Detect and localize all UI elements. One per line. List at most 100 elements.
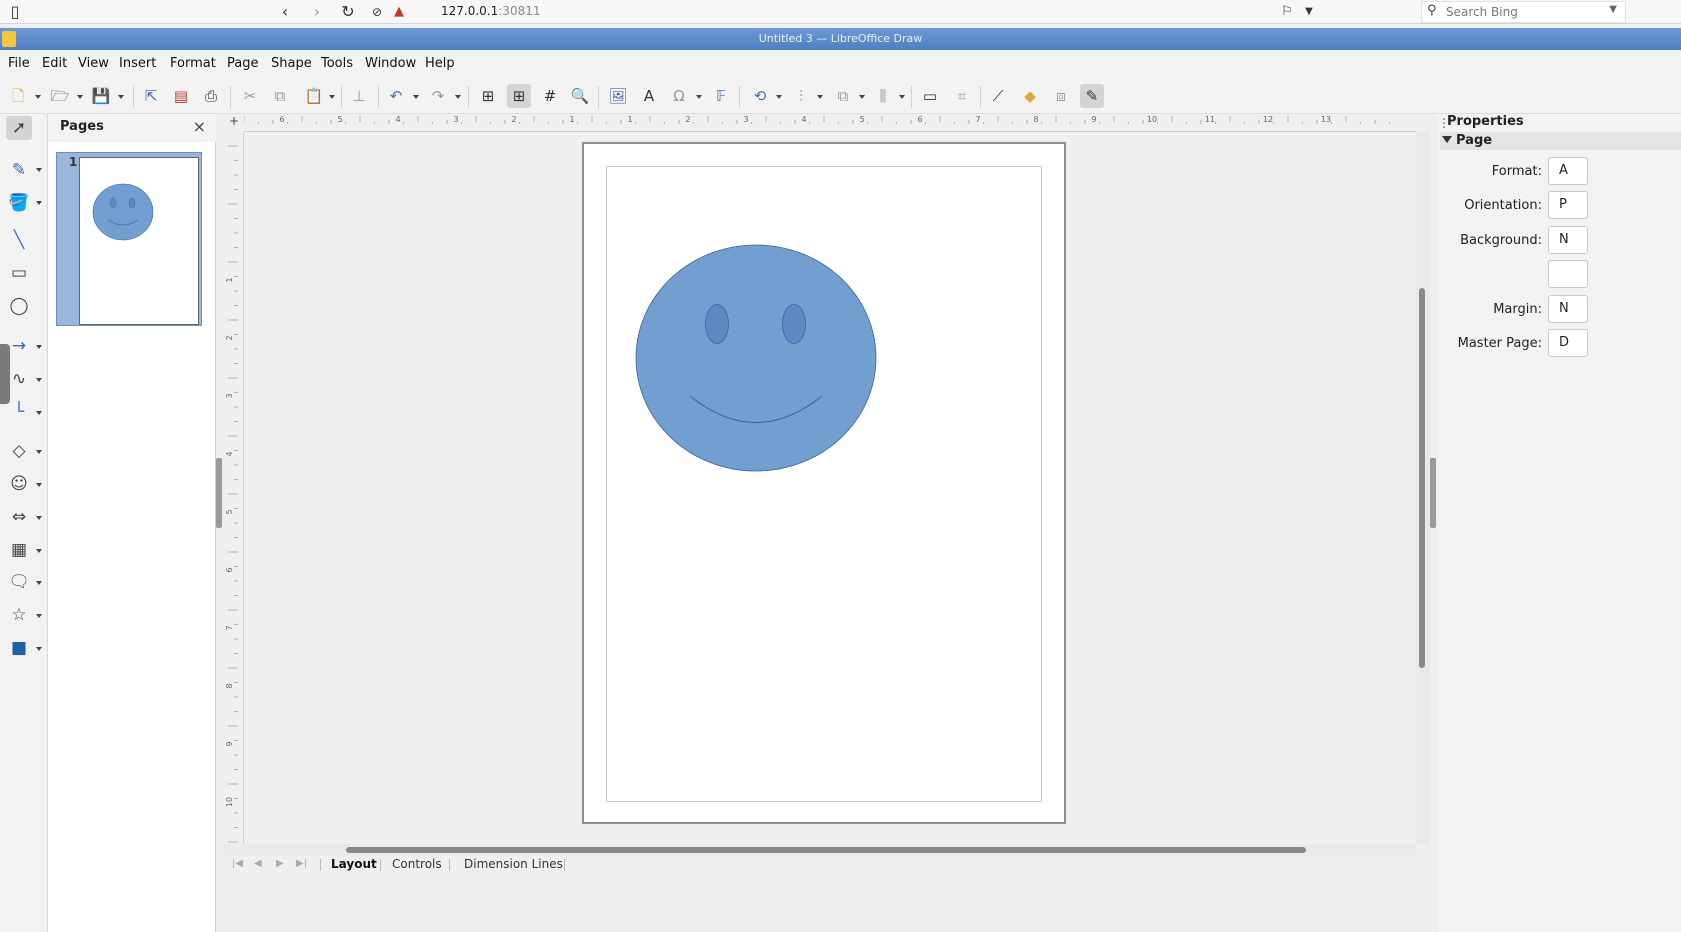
drawing-page[interactable] bbox=[582, 142, 1066, 824]
transformations-icon[interactable]: ⟲ bbox=[748, 84, 772, 108]
paste-icon[interactable]: 📋 bbox=[302, 84, 326, 108]
lines-arrows-dropdown-icon[interactable] bbox=[36, 345, 42, 349]
copy-icon[interactable]: ⧉ bbox=[268, 84, 292, 108]
tab-dimension-lines[interactable]: Dimension Lines bbox=[464, 857, 563, 871]
drawing-canvas[interactable] bbox=[244, 132, 1416, 844]
vertical-scrollbar[interactable] bbox=[1416, 132, 1430, 844]
horizontal-scrollbar[interactable] bbox=[224, 844, 1416, 856]
menu-page[interactable]: Page bbox=[227, 56, 258, 71]
open-dropdown-icon[interactable] bbox=[77, 95, 83, 99]
open-icon[interactable]: 🗁 bbox=[48, 84, 72, 108]
collapse-arrow-icon[interactable] bbox=[1442, 136, 1452, 143]
save-icon[interactable]: 💾 bbox=[89, 84, 113, 108]
curves-dropdown-icon[interactable] bbox=[36, 378, 42, 382]
url-field[interactable]: 127.0.0.1:30811 bbox=[441, 4, 540, 18]
background-detail-control[interactable] bbox=[1548, 260, 1588, 288]
distribute-icon[interactable]: ⫼ bbox=[871, 84, 895, 108]
tab-controls[interactable]: Controls bbox=[392, 857, 442, 871]
snap-to-grid-icon[interactable]: ⊞ bbox=[507, 84, 531, 108]
menu-help[interactable]: Help bbox=[425, 56, 455, 71]
3d-objects-dropdown-icon[interactable] bbox=[36, 647, 42, 651]
menu-window[interactable]: Window bbox=[365, 56, 416, 71]
cut-icon[interactable]: ✂ bbox=[238, 84, 262, 108]
zoom-pan-icon[interactable]: 🔍 bbox=[568, 84, 592, 108]
new-dropdown-icon[interactable] bbox=[35, 95, 41, 99]
transformations-dropdown-icon[interactable] bbox=[776, 95, 782, 99]
distribute-dropdown-icon[interactable] bbox=[899, 95, 905, 99]
tracking-protection-icon[interactable]: ⊘ bbox=[366, 2, 388, 22]
horizontal-ruler[interactable]: 6 5 4 3 2 1 1 2 3 4 5 6 7 8 9 10 11 12 13 bbox=[243, 114, 1416, 132]
connectors-icon[interactable]: └ bbox=[6, 400, 32, 424]
pages-panel-splitter[interactable] bbox=[216, 114, 224, 932]
collapsed-deck-handle[interactable] bbox=[0, 344, 10, 404]
sidebar-toggle-icon[interactable]: ▯ bbox=[4, 2, 26, 22]
helplines-icon[interactable]: # bbox=[538, 84, 562, 108]
toggle-extrusion-icon[interactable]: ⧈ bbox=[1049, 84, 1073, 108]
basic-shapes-icon[interactable]: ◇ bbox=[6, 439, 32, 463]
export-icon[interactable]: ⇱ bbox=[139, 84, 163, 108]
align-objects-icon[interactable]: ⫶ bbox=[789, 84, 813, 108]
back-icon[interactable]: ‹ bbox=[274, 2, 296, 22]
stars-dropdown-icon[interactable] bbox=[36, 614, 42, 618]
menu-format[interactable]: Format bbox=[170, 56, 216, 71]
bookmark-dropdown-icon[interactable]: ▼ bbox=[1298, 2, 1320, 22]
crop-image-icon[interactable]: ⌗ bbox=[950, 84, 974, 108]
callouts-icon[interactable]: 🗨 bbox=[6, 570, 32, 594]
fill-color-dropdown-icon[interactable] bbox=[36, 201, 42, 205]
close-icon[interactable]: × bbox=[193, 117, 206, 136]
margin-select[interactable]: N bbox=[1548, 295, 1588, 323]
next-tab-icon[interactable]: ▶ bbox=[276, 858, 284, 869]
paste-dropdown-icon[interactable] bbox=[329, 95, 335, 99]
last-tab-icon[interactable]: ▶| bbox=[296, 858, 307, 869]
fontwork-icon[interactable]: 𝔽 bbox=[709, 84, 733, 108]
menu-view[interactable]: View bbox=[78, 56, 109, 71]
special-character-icon[interactable]: Ω bbox=[667, 84, 691, 108]
redo-icon[interactable]: ↷ bbox=[426, 84, 450, 108]
arrange-icon[interactable]: ⧉ bbox=[831, 84, 855, 108]
glue-points-icon[interactable]: ◆ bbox=[1018, 84, 1042, 108]
new-document-icon[interactable]: 🗋 bbox=[6, 84, 30, 108]
menu-tools[interactable]: Tools bbox=[321, 56, 353, 71]
align-dropdown-icon[interactable] bbox=[817, 95, 823, 99]
format-select[interactable]: A bbox=[1548, 157, 1588, 185]
flowchart-dropdown-icon[interactable] bbox=[36, 549, 42, 553]
line-tool-icon[interactable]: ╲ bbox=[6, 228, 32, 252]
menu-insert[interactable]: Insert bbox=[119, 56, 156, 71]
basic-shapes-dropdown-icon[interactable] bbox=[36, 450, 42, 454]
page-thumbnail[interactable]: 1 bbox=[56, 152, 202, 326]
rectangle-tool-icon[interactable]: ▭ bbox=[6, 261, 32, 285]
clone-formatting-icon[interactable]: ⊥ bbox=[347, 84, 371, 108]
horizontal-scrollbar-thumb[interactable] bbox=[346, 847, 1306, 853]
save-dropdown-icon[interactable] bbox=[118, 95, 124, 99]
first-tab-icon[interactable]: |◀ bbox=[232, 858, 243, 869]
special-character-dropdown-icon[interactable] bbox=[696, 95, 702, 99]
vertical-scrollbar-thumb[interactable] bbox=[1419, 288, 1425, 668]
vertical-ruler[interactable]: 1234567891011 bbox=[224, 132, 244, 865]
undo-dropdown-icon[interactable] bbox=[413, 95, 419, 99]
insert-textbox-icon[interactable]: A bbox=[637, 84, 661, 108]
display-grid-icon[interactable]: ⊞ bbox=[476, 84, 500, 108]
bookmark-icon[interactable]: ⚐ bbox=[1276, 2, 1298, 22]
points-icon[interactable]: ⟋ bbox=[986, 84, 1010, 108]
line-color-icon[interactable]: ✎ bbox=[6, 158, 32, 182]
block-arrows-icon[interactable]: ⇔ bbox=[6, 505, 32, 529]
forward-icon[interactable]: › bbox=[306, 2, 328, 22]
3d-objects-icon[interactable]: ■ bbox=[6, 636, 32, 660]
orientation-select[interactable]: P bbox=[1548, 191, 1588, 219]
smiley-shape[interactable] bbox=[584, 144, 1064, 822]
ellipse-tool-icon[interactable]: ◯ bbox=[6, 294, 32, 318]
line-color-dropdown-icon[interactable] bbox=[36, 168, 42, 172]
export-pdf-icon[interactable]: ▤ bbox=[169, 84, 193, 108]
menu-shape[interactable]: Shape bbox=[271, 56, 312, 71]
show-draw-functions-icon[interactable]: ✎ bbox=[1080, 84, 1104, 108]
callouts-dropdown-icon[interactable] bbox=[36, 581, 42, 585]
block-arrows-dropdown-icon[interactable] bbox=[36, 516, 42, 520]
stars-icon[interactable]: ☆ bbox=[6, 603, 32, 627]
menu-file[interactable]: File bbox=[8, 56, 30, 71]
warning-icon[interactable]: ▲ bbox=[388, 2, 410, 22]
fill-color-icon[interactable]: 🪣 bbox=[6, 191, 32, 215]
search-dropdown-icon[interactable]: ▼ bbox=[1609, 4, 1617, 15]
undo-icon[interactable]: ↶ bbox=[384, 84, 408, 108]
redo-dropdown-icon[interactable] bbox=[455, 95, 461, 99]
prev-tab-icon[interactable]: ◀ bbox=[254, 858, 262, 869]
